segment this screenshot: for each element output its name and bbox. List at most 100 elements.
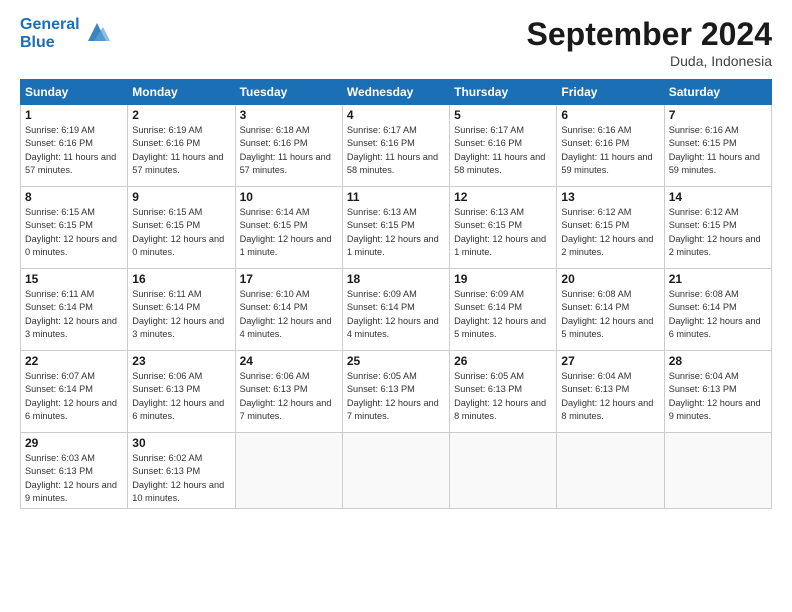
table-row [557, 433, 664, 509]
table-row: 28 Sunrise: 6:04 AM Sunset: 6:13 PM Dayl… [664, 351, 771, 433]
day-info: Sunrise: 6:15 AM Sunset: 6:15 PM Dayligh… [132, 206, 230, 259]
day-number: 26 [454, 354, 552, 368]
table-row: 21 Sunrise: 6:08 AM Sunset: 6:14 PM Dayl… [664, 269, 771, 351]
day-number: 12 [454, 190, 552, 204]
day-info: Sunrise: 6:04 AM Sunset: 6:13 PM Dayligh… [561, 370, 659, 423]
day-info: Sunrise: 6:06 AM Sunset: 6:13 PM Dayligh… [240, 370, 338, 423]
day-info: Sunrise: 6:11 AM Sunset: 6:14 PM Dayligh… [25, 288, 123, 341]
day-number: 11 [347, 190, 445, 204]
day-info: Sunrise: 6:04 AM Sunset: 6:13 PM Dayligh… [669, 370, 767, 423]
table-row: 26 Sunrise: 6:05 AM Sunset: 6:13 PM Dayl… [450, 351, 557, 433]
day-info: Sunrise: 6:19 AM Sunset: 6:16 PM Dayligh… [132, 124, 230, 177]
day-number: 27 [561, 354, 659, 368]
day-number: 22 [25, 354, 123, 368]
day-info: Sunrise: 6:12 AM Sunset: 6:15 PM Dayligh… [561, 206, 659, 259]
calendar-week-row: 8 Sunrise: 6:15 AM Sunset: 6:15 PM Dayli… [21, 187, 772, 269]
table-row: 4 Sunrise: 6:17 AM Sunset: 6:16 PM Dayli… [342, 105, 449, 187]
table-row: 18 Sunrise: 6:09 AM Sunset: 6:14 PM Dayl… [342, 269, 449, 351]
day-number: 19 [454, 272, 552, 286]
day-info: Sunrise: 6:13 AM Sunset: 6:15 PM Dayligh… [347, 206, 445, 259]
header-wednesday: Wednesday [342, 80, 449, 105]
day-info: Sunrise: 6:15 AM Sunset: 6:15 PM Dayligh… [25, 206, 123, 259]
calendar-table: Sunday Monday Tuesday Wednesday Thursday… [20, 79, 772, 509]
day-number: 14 [669, 190, 767, 204]
table-row: 1 Sunrise: 6:19 AM Sunset: 6:16 PM Dayli… [21, 105, 128, 187]
day-info: Sunrise: 6:11 AM Sunset: 6:14 PM Dayligh… [132, 288, 230, 341]
calendar-week-row: 15 Sunrise: 6:11 AM Sunset: 6:14 PM Dayl… [21, 269, 772, 351]
header-saturday: Saturday [664, 80, 771, 105]
day-number: 3 [240, 108, 338, 122]
day-info: Sunrise: 6:14 AM Sunset: 6:15 PM Dayligh… [240, 206, 338, 259]
logo: General Blue [20, 16, 110, 51]
day-info: Sunrise: 6:19 AM Sunset: 6:16 PM Dayligh… [25, 124, 123, 177]
logo-icon [84, 19, 110, 45]
table-row: 20 Sunrise: 6:08 AM Sunset: 6:14 PM Dayl… [557, 269, 664, 351]
day-info: Sunrise: 6:06 AM Sunset: 6:13 PM Dayligh… [132, 370, 230, 423]
header-thursday: Thursday [450, 80, 557, 105]
day-number: 5 [454, 108, 552, 122]
day-number: 6 [561, 108, 659, 122]
day-number: 2 [132, 108, 230, 122]
day-number: 4 [347, 108, 445, 122]
table-row [235, 433, 342, 509]
day-number: 8 [25, 190, 123, 204]
header-monday: Monday [128, 80, 235, 105]
day-info: Sunrise: 6:08 AM Sunset: 6:14 PM Dayligh… [561, 288, 659, 341]
title-block: September 2024 Duda, Indonesia [527, 16, 772, 69]
day-number: 24 [240, 354, 338, 368]
day-info: Sunrise: 6:02 AM Sunset: 6:13 PM Dayligh… [132, 452, 230, 505]
table-row: 25 Sunrise: 6:05 AM Sunset: 6:13 PM Dayl… [342, 351, 449, 433]
logo-text: General [20, 16, 80, 34]
table-row: 24 Sunrise: 6:06 AM Sunset: 6:13 PM Dayl… [235, 351, 342, 433]
table-row: 2 Sunrise: 6:19 AM Sunset: 6:16 PM Dayli… [128, 105, 235, 187]
calendar-week-row: 29 Sunrise: 6:03 AM Sunset: 6:13 PM Dayl… [21, 433, 772, 509]
header-friday: Friday [557, 80, 664, 105]
table-row: 7 Sunrise: 6:16 AM Sunset: 6:15 PM Dayli… [664, 105, 771, 187]
day-info: Sunrise: 6:10 AM Sunset: 6:14 PM Dayligh… [240, 288, 338, 341]
day-info: Sunrise: 6:13 AM Sunset: 6:15 PM Dayligh… [454, 206, 552, 259]
page: General Blue September 2024 Duda, Indone… [0, 0, 792, 612]
day-number: 21 [669, 272, 767, 286]
day-info: Sunrise: 6:03 AM Sunset: 6:13 PM Dayligh… [25, 452, 123, 505]
day-number: 20 [561, 272, 659, 286]
calendar-week-row: 1 Sunrise: 6:19 AM Sunset: 6:16 PM Dayli… [21, 105, 772, 187]
day-info: Sunrise: 6:16 AM Sunset: 6:15 PM Dayligh… [669, 124, 767, 177]
day-number: 25 [347, 354, 445, 368]
day-info: Sunrise: 6:16 AM Sunset: 6:16 PM Dayligh… [561, 124, 659, 177]
header-sunday: Sunday [21, 80, 128, 105]
table-row [664, 433, 771, 509]
month-title: September 2024 [527, 16, 772, 53]
table-row: 17 Sunrise: 6:10 AM Sunset: 6:14 PM Dayl… [235, 269, 342, 351]
table-row: 15 Sunrise: 6:11 AM Sunset: 6:14 PM Dayl… [21, 269, 128, 351]
header-tuesday: Tuesday [235, 80, 342, 105]
day-number: 1 [25, 108, 123, 122]
day-number: 17 [240, 272, 338, 286]
day-number: 7 [669, 108, 767, 122]
location: Duda, Indonesia [527, 53, 772, 69]
day-number: 15 [25, 272, 123, 286]
day-info: Sunrise: 6:12 AM Sunset: 6:15 PM Dayligh… [669, 206, 767, 259]
day-info: Sunrise: 6:05 AM Sunset: 6:13 PM Dayligh… [347, 370, 445, 423]
table-row: 6 Sunrise: 6:16 AM Sunset: 6:16 PM Dayli… [557, 105, 664, 187]
day-number: 18 [347, 272, 445, 286]
day-info: Sunrise: 6:08 AM Sunset: 6:14 PM Dayligh… [669, 288, 767, 341]
calendar-week-row: 22 Sunrise: 6:07 AM Sunset: 6:14 PM Dayl… [21, 351, 772, 433]
table-row: 3 Sunrise: 6:18 AM Sunset: 6:16 PM Dayli… [235, 105, 342, 187]
day-number: 28 [669, 354, 767, 368]
table-row: 13 Sunrise: 6:12 AM Sunset: 6:15 PM Dayl… [557, 187, 664, 269]
day-number: 9 [132, 190, 230, 204]
day-info: Sunrise: 6:07 AM Sunset: 6:14 PM Dayligh… [25, 370, 123, 423]
table-row: 29 Sunrise: 6:03 AM Sunset: 6:13 PM Dayl… [21, 433, 128, 509]
day-info: Sunrise: 6:17 AM Sunset: 6:16 PM Dayligh… [454, 124, 552, 177]
day-number: 16 [132, 272, 230, 286]
table-row: 8 Sunrise: 6:15 AM Sunset: 6:15 PM Dayli… [21, 187, 128, 269]
day-number: 10 [240, 190, 338, 204]
table-row [450, 433, 557, 509]
day-info: Sunrise: 6:05 AM Sunset: 6:13 PM Dayligh… [454, 370, 552, 423]
table-row: 5 Sunrise: 6:17 AM Sunset: 6:16 PM Dayli… [450, 105, 557, 187]
table-row: 11 Sunrise: 6:13 AM Sunset: 6:15 PM Dayl… [342, 187, 449, 269]
table-row: 14 Sunrise: 6:12 AM Sunset: 6:15 PM Dayl… [664, 187, 771, 269]
table-row: 30 Sunrise: 6:02 AM Sunset: 6:13 PM Dayl… [128, 433, 235, 509]
table-row [342, 433, 449, 509]
table-row: 12 Sunrise: 6:13 AM Sunset: 6:15 PM Dayl… [450, 187, 557, 269]
